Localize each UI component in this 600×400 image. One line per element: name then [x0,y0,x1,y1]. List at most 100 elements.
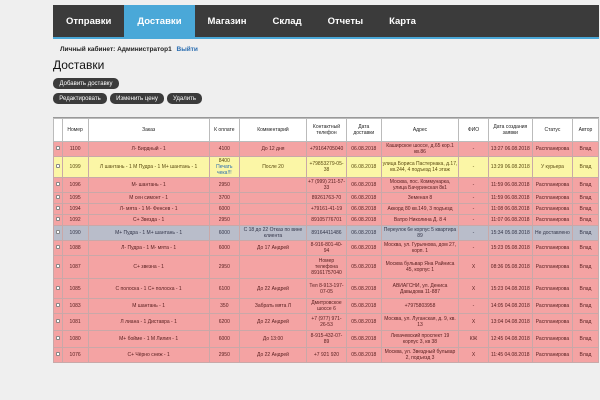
column-header[interactable]: К оплате [208,118,240,142]
row-select-cell[interactable] [53,214,63,226]
table-row[interactable]: 1085 С полоска - 1 С+ полоска - 1 6100 До 2… [53,278,599,299]
column-header[interactable]: Статус [531,118,573,142]
table-row[interactable]: 1083 М шантань - 1 350 Забрать мята Л Дмитро… [53,298,599,314]
row-checkbox[interactable] [55,245,60,249]
cell-author: Влад [571,141,599,157]
column-header[interactable]: Номер [61,118,89,142]
row-checkbox[interactable] [55,182,60,186]
column-header[interactable]: Автор [571,118,599,142]
cell-status: Распланирова [531,278,573,299]
column-header[interactable] [53,118,63,142]
row-select-cell[interactable] [53,278,63,299]
cell-delivery: 05.08.2018 [345,330,382,348]
row-select-cell[interactable] [53,347,63,363]
cell-number-text: 1087 [69,264,81,270]
row-select-cell[interactable] [53,298,63,314]
cell-number-text: 1096 [69,182,81,188]
row-select-cell[interactable] [53,141,63,157]
column-header[interactable]: Контактный телефон [305,118,347,142]
column-header[interactable]: Дата доставки [345,118,382,142]
cell-comment-text: Забрать мята Л [254,303,292,309]
row-select-cell[interactable] [53,330,63,348]
table-row[interactable]: 1100 Л- Бирдный - 1 4100 До 12 дня +79164705… [53,141,599,157]
row-select-cell[interactable] [53,203,63,215]
cell-created-text: 13:27 06.08.2018 [490,146,530,152]
table-row[interactable]: 1081 Л лиана - 1 Диставра - 1 6200 До 22 Ан… [53,313,599,331]
table-row[interactable]: 1090 М+ Пудра - 1 М+ шантань - 1 6000 С 18 … [53,225,599,241]
cell-comment: До 22 Андрей [238,313,307,331]
row-select-cell[interactable] [53,225,63,241]
nav-item-0[interactable]: Отправки [53,5,124,37]
edit-button[interactable]: Редактировать [53,93,107,104]
cell-fio-text: Х [471,352,476,358]
row-select-cell[interactable] [53,192,63,204]
cell-address: Земеная 8 [380,192,460,204]
row-select-cell[interactable] [53,255,63,279]
cell-delivery: 06.08.2018 [345,203,382,215]
cell-status-text: Распланирова [535,146,570,152]
row-checkbox[interactable] [55,336,60,340]
row-checkbox[interactable] [55,195,60,199]
cell-address-text: Ватро Николина Д. 8 4 [393,217,447,223]
cell-number: 1096 [61,177,89,193]
nav-item-1[interactable]: Доставки [124,5,195,37]
cell-status: Не доставлено [531,225,573,241]
cell-created: 11:07 06.08.2018 [487,214,533,226]
cell-pay-text: 3700 [218,195,230,201]
row-checkbox[interactable] [55,164,60,168]
cell-fio-text: - [472,146,475,152]
nav-item-5[interactable]: Карта [376,5,429,37]
cell-author-text: Влад [579,217,592,223]
row-checkbox[interactable] [55,352,60,356]
cell-address: Москва бульвар Яна Райниса 45, корпус 1 [380,255,460,279]
row-select-cell[interactable] [53,177,63,193]
cell-created: 11:08 06.08.2018 [487,203,533,215]
cell-fio-text: - [472,217,475,223]
row-checkbox[interactable] [55,303,60,307]
cell-comment: После 20 [238,156,307,178]
add-delivery-button[interactable]: Добавить доставку [53,78,119,89]
row-checkbox[interactable] [55,146,60,150]
column-header[interactable]: ФИО [458,118,489,142]
row-select-cell[interactable] [53,313,63,331]
cell-address: Москва, ул. Звездный бульвар 2, подъезд … [380,347,460,363]
table-row[interactable]: 1088 Л- Пудра - 1 М- мята - 1 6000 До 17 Ан… [53,240,599,256]
table-row[interactable]: 1095 М сен симонт - 1 3700 89261763-70 06.08… [53,192,599,204]
column-header[interactable]: Дата создания заявки [487,118,533,142]
cell-order: Л шантань - 1 М Пудра - 1 М+ шантань - 1 [87,156,210,178]
row-select-cell[interactable] [53,240,63,256]
column-header[interactable]: Комментарий [238,118,307,142]
cell-comment-text: До 22 Андрей [257,352,289,358]
column-header[interactable]: Заказ [87,118,210,142]
row-checkbox[interactable] [55,217,60,221]
nav-item-4[interactable]: Отчеты [315,5,376,37]
cell-created: 12:45 04.08.2018 [487,330,533,348]
row-select-cell[interactable] [53,156,63,178]
column-header[interactable]: Адрес [380,118,460,142]
nav-item-2[interactable]: Магазин [195,5,260,37]
table-row[interactable]: 1076 С+ Чёрно снеж - 1 2950 До 22 Андрей +7 … [53,347,599,363]
cell-delivery: 05.08.2018 [345,347,382,363]
table-row[interactable]: 1096 М- шантань - 1 2950 +7 (999) 211-57-33… [53,177,599,193]
cell-fio: - [458,156,489,178]
row-checkbox[interactable] [55,319,60,323]
row-checkbox[interactable] [55,206,60,210]
nav-item-3[interactable]: Склад [260,5,315,37]
change-price-button[interactable]: Изменить цену [110,93,164,104]
deliveries-table: Номер Заказ К оплате Комментарий Контактный … [53,117,599,400]
cell-number: 1088 [61,240,89,256]
row-checkbox[interactable] [55,264,60,268]
cell-fio-text: - [472,182,475,188]
row-checkbox[interactable] [55,230,60,234]
table-row[interactable]: 1080 М+ бойме - 1 М Лилия - 1 6000 До 13:00… [53,330,599,348]
table-row[interactable]: 1087 С+ звезна - 1 2950 Номер телефона 8916… [53,255,599,279]
table-row[interactable]: 1099 Л шантань - 1 М Пудра - 1 М+ шантань… [53,156,599,178]
cell-created-text: 15:23 05.08.2018 [490,245,530,251]
cell-order-text: Л- Бирдный - 1 [131,146,166,152]
table-row[interactable]: 1092 С+ Звезда - 1 2950 89105776701 06.08.20… [53,214,599,226]
delete-button[interactable]: Удалить [167,93,202,104]
table-row[interactable]: 1094 Л- мята - 1 М- Фенсев - 1 6000 +79161-… [53,203,599,215]
cell-created: 11:45 04.08.2018 [487,347,533,363]
row-checkbox[interactable] [55,285,60,290]
logout-link[interactable]: Выйти [177,46,198,53]
